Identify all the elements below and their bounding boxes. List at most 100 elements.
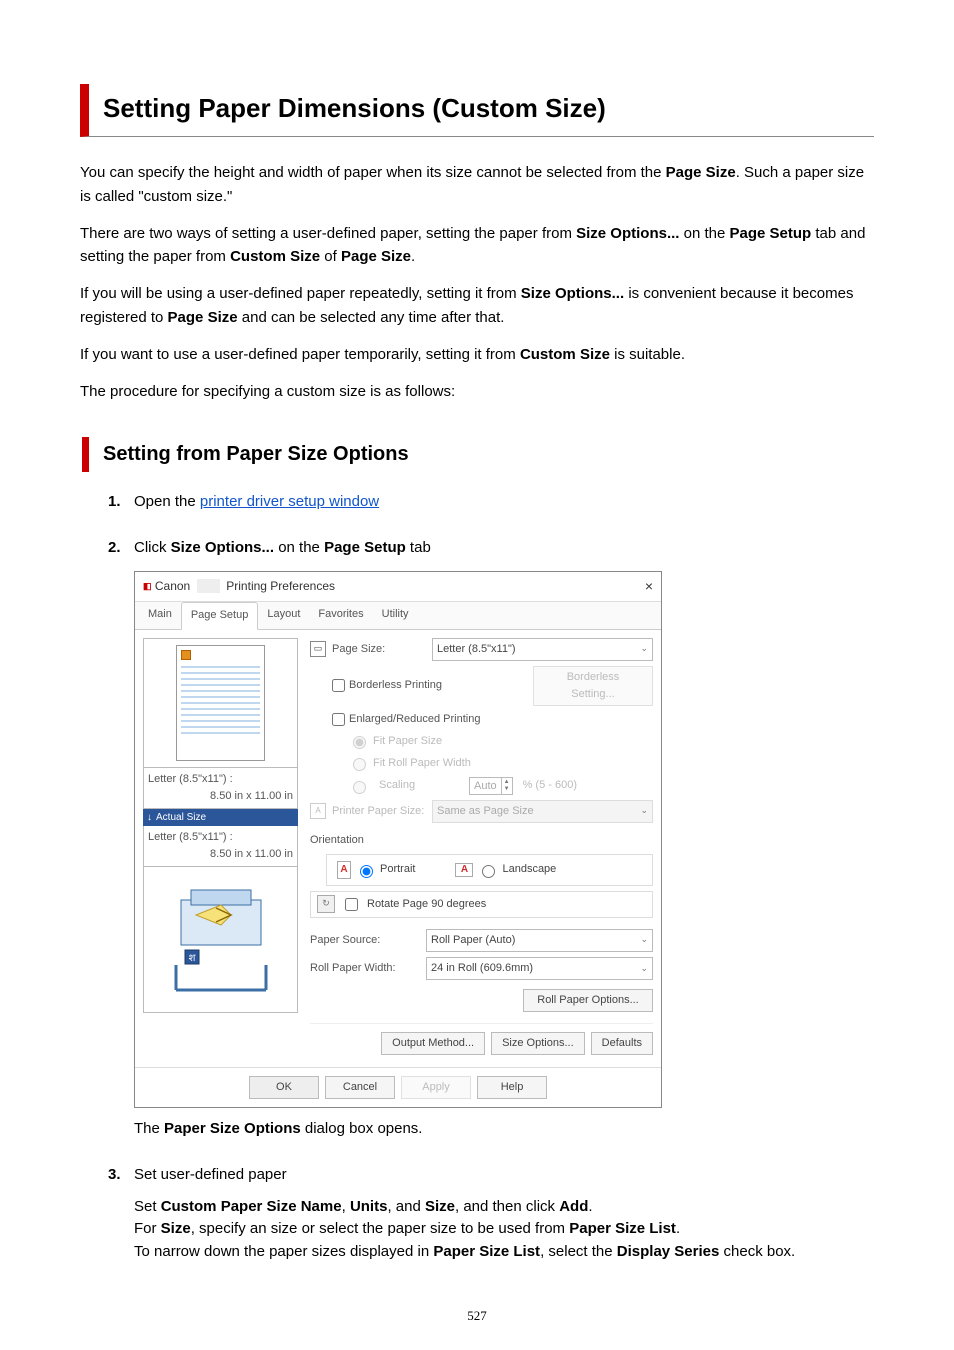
step-3-line-1: Set Custom Paper Size Name, Units, and S… <box>134 1196 874 1219</box>
ok-button[interactable]: OK <box>249 1076 319 1099</box>
dropdown-value: Roll Paper (Auto) <box>431 932 515 949</box>
bold-text: Page Size <box>168 309 238 326</box>
spinner-value: Auto <box>470 778 501 794</box>
landscape-radio[interactable] <box>482 865 495 878</box>
bold-text: Page Size <box>666 164 736 181</box>
output-method-button[interactable]: Output Method... <box>381 1032 485 1055</box>
bold-text: Size Options... <box>171 539 274 556</box>
printing-preferences-dialog: ◧ Canon . Printing Preferences × Main Pa… <box>134 571 662 1108</box>
text: There are two ways of setting a user-def… <box>80 225 576 242</box>
defaults-button[interactable]: Defaults <box>591 1032 653 1055</box>
close-icon[interactable]: × <box>645 576 653 598</box>
dropdown-value: Letter (8.5"x11") <box>437 641 516 658</box>
tab-favorites[interactable]: Favorites <box>309 602 372 628</box>
rotate-checkbox[interactable] <box>345 898 358 911</box>
bold-text: Custom Size <box>230 248 320 265</box>
text: and can be selected any time after that. <box>238 309 505 326</box>
preview-size-label: Letter (8.5"x11") : 8.50 in x 11.00 in <box>143 768 298 809</box>
text: of <box>320 248 341 265</box>
bold-text: Page Setup <box>730 225 812 242</box>
scaling-radio <box>353 781 366 794</box>
chevron-down-icon: ⌄ <box>640 804 648 818</box>
dialog-title-text: ◧ Canon . Printing Preferences <box>143 577 335 596</box>
text: , and then click <box>455 1198 559 1215</box>
tab-page-setup[interactable]: Page Setup <box>181 602 259 629</box>
printer-paper-icon: A <box>310 803 326 819</box>
text: is suitable. <box>610 346 685 363</box>
spinner-arrows-icon: ▲▼ <box>501 778 512 794</box>
preview-column: Letter (8.5"x11") : 8.50 in x 11.00 in ↓… <box>143 638 298 1056</box>
roll-paper-options-button[interactable]: Roll Paper Options... <box>523 989 653 1012</box>
tab-layout[interactable]: Layout <box>258 602 309 628</box>
bold-text: Size <box>425 1198 455 1215</box>
step-text: Open the printer driver setup window <box>134 490 379 513</box>
text: . <box>588 1198 592 1215</box>
printer-paper-dropdown: Same as Page Size ⌄ <box>432 800 653 823</box>
page-size-label: Page Size: <box>332 641 426 658</box>
text: 8.50 in x 11.00 in <box>148 846 293 863</box>
step-1: 1. Open the printer driver setup window <box>108 490 874 513</box>
actual-size-bar: ↓ Actual Size <box>143 809 298 827</box>
tab-utility[interactable]: Utility <box>373 602 418 628</box>
step-number: 1. <box>108 490 126 513</box>
title-redacted: . <box>197 579 220 593</box>
borderless-setting-button: Borderless Setting... <box>533 666 653 706</box>
fit-paper-label: Fit Paper Size <box>373 733 442 750</box>
cancel-button[interactable]: Cancel <box>325 1076 395 1099</box>
printer-icon: श <box>161 880 281 1000</box>
text: , <box>342 1198 350 1215</box>
fit-roll-label: Fit Roll Paper Width <box>373 755 471 772</box>
landscape-icon: A <box>455 863 473 877</box>
section-title: Setting from Paper Size Options <box>103 439 874 470</box>
step-text: Click Size Options... on the Page Setup … <box>134 536 431 559</box>
size-options-button[interactable]: Size Options... <box>491 1032 585 1055</box>
apply-button: Apply <box>401 1076 471 1099</box>
step-number: 2. <box>108 536 126 559</box>
text: check box. <box>719 1243 795 1260</box>
text: Canon <box>155 579 190 593</box>
text: on the <box>274 539 324 556</box>
bold-text: Add <box>559 1198 588 1215</box>
chevron-down-icon: ⌄ <box>640 962 648 976</box>
page-number: 527 <box>0 1306 954 1326</box>
heading-1-block: Setting Paper Dimensions (Custom Size) <box>80 84 874 137</box>
text: If you want to use a user-defined paper … <box>80 346 520 363</box>
page-preview <box>143 638 298 768</box>
printer-driver-setup-link[interactable]: printer driver setup window <box>200 493 379 510</box>
paper-source-label: Paper Source: <box>310 932 420 949</box>
canon-logo-icon: ◧ <box>143 581 152 591</box>
borderless-checkbox[interactable] <box>332 679 345 692</box>
text: Letter (8.5"x11") : <box>148 771 293 788</box>
text: 8.50 in x 11.00 in <box>148 788 293 805</box>
bold-text: Custom Size <box>520 346 610 363</box>
portrait-icon: A <box>337 861 351 879</box>
paper-source-dropdown[interactable]: Roll Paper (Auto) ⌄ <box>426 929 653 952</box>
tab-strip: Main Page Setup Layout Favorites Utility <box>135 602 661 629</box>
rotate-label: Rotate Page 90 degrees <box>367 896 486 913</box>
step-3-line-2: For Size, specify an size or select the … <box>134 1218 874 1241</box>
page-icon: ▭ <box>310 641 326 657</box>
bold-text: Page Size <box>341 248 411 265</box>
text: Printing Preferences <box>226 579 335 593</box>
help-button[interactable]: Help <box>477 1076 547 1099</box>
enlarged-label: Enlarged/Reduced Printing <box>349 711 480 728</box>
orientation-label: Orientation <box>310 832 653 849</box>
fit-roll-radio <box>353 758 366 771</box>
chevron-down-icon: ⌄ <box>640 642 648 656</box>
enlarged-checkbox[interactable] <box>332 713 345 726</box>
scaling-spinner: Auto ▲▼ <box>469 777 513 795</box>
text: For <box>134 1220 161 1237</box>
text: Click <box>134 539 171 556</box>
bold-text: Size Options... <box>576 225 679 242</box>
page-size-dropdown[interactable]: Letter (8.5"x11") ⌄ <box>432 638 653 661</box>
down-arrow-icon: ↓ <box>147 810 152 826</box>
bold-text: Size Options... <box>521 285 624 302</box>
step-3-line-3: To narrow down the paper sizes displayed… <box>134 1241 874 1264</box>
chevron-down-icon: ⌄ <box>640 933 648 947</box>
tab-main[interactable]: Main <box>139 602 181 628</box>
portrait-radio[interactable] <box>360 865 373 878</box>
roll-width-dropdown[interactable]: 24 in Roll (609.6mm) ⌄ <box>426 957 653 980</box>
rotate-icon: ↻ <box>317 895 335 913</box>
dropdown-value: Same as Page Size <box>437 803 534 820</box>
step-title: Set user-defined paper <box>134 1163 287 1186</box>
